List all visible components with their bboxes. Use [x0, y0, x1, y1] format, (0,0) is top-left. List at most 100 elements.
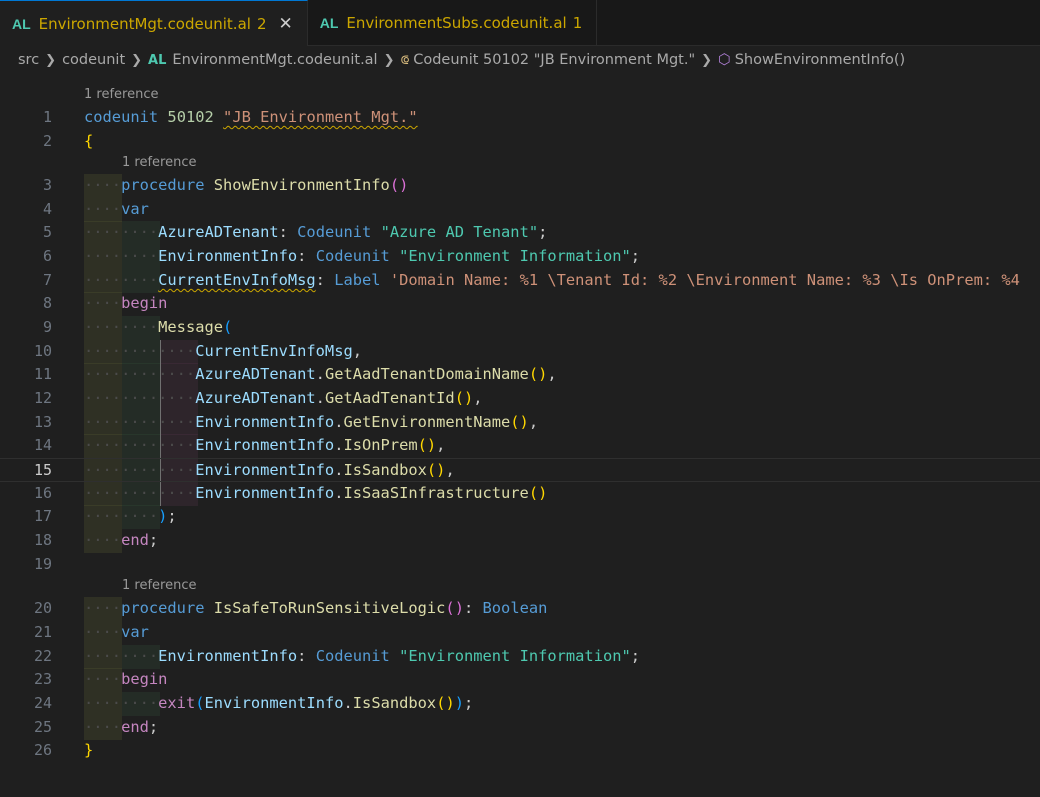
code-line: 10 ············CurrentEnvInfoMsg,	[0, 340, 1040, 364]
line-number: 23	[33, 670, 52, 688]
code-line: 26 }	[0, 739, 1040, 763]
problem-count-badge: 2	[256, 14, 267, 33]
breadcrumb-method[interactable]: ⬡ ShowEnvironmentInfo()	[718, 52, 905, 68]
line-number: 11	[33, 365, 52, 383]
breadcrumb-codeunit-symbol[interactable]: ⟃ Codeunit 50102 "JB Environment Mgt."	[401, 52, 696, 68]
line-number: 7	[42, 271, 52, 289]
breadcrumb-method-label: ShowEnvironmentInfo()	[734, 52, 906, 68]
code-text: ············EnvironmentInfo.IsOnPrem(),	[84, 436, 446, 454]
close-icon[interactable]: ✕	[278, 14, 292, 34]
al-file-icon: AL	[319, 15, 339, 31]
breadcrumb-symbol-label: Codeunit 50102 "JB Environment Mgt."	[413, 52, 696, 68]
tab-environmentmgt[interactable]: AL EnvironmentMgt.codeunit.al 2 ✕	[0, 0, 308, 46]
code-text: ········AzureADTenant: Codeunit "Azure A…	[84, 223, 548, 241]
code-text: ········);	[84, 507, 177, 525]
code-editor[interactable]: 1 reference 1 codeunit 50102 "JB Environ…	[0, 74, 1040, 797]
code-text: ············AzureADTenant.GetAadTenantDo…	[84, 365, 557, 383]
breadcrumb: src ❯ codeunit ❯ AL EnvironmentMgt.codeun…	[0, 46, 1040, 74]
code-text: ····end;	[84, 718, 159, 736]
code-text: ····begin	[84, 294, 168, 312]
line-number: 1	[42, 108, 52, 126]
code-text: ····var	[84, 200, 149, 218]
line-number: 18	[33, 531, 52, 549]
codelens-row: 1 reference	[0, 574, 1040, 598]
symbol-class-icon: ⟃	[400, 52, 410, 68]
code-text: ····procedure ShowEnvironmentInfo()	[84, 176, 409, 194]
codelens-reference[interactable]: 1 reference	[84, 83, 158, 107]
codelens-row: 1 reference	[0, 83, 1040, 107]
tab-label: EnvironmentMgt.codeunit.al	[38, 14, 251, 33]
line-number: 22	[33, 647, 52, 665]
code-text: ········EnvironmentInfo: Codeunit "Envir…	[84, 647, 641, 665]
code-text: ········Message(	[84, 318, 233, 336]
code-text: ············EnvironmentInfo.GetEnvironme…	[84, 413, 539, 431]
code-text: ········exit(EnvironmentInfo.IsSandbox()…	[84, 694, 474, 712]
code-line: 1 codeunit 50102 "JB Environment Mgt."	[0, 106, 1040, 130]
code-line: 22 ········EnvironmentInfo: Codeunit "En…	[0, 645, 1040, 669]
line-number: 13	[33, 413, 52, 431]
chevron-right-icon: ❯	[383, 52, 395, 68]
line-number: 10	[33, 342, 52, 360]
code-line: 18 ····end;	[0, 529, 1040, 553]
code-line: 5 ········AzureADTenant: Codeunit "Azure…	[0, 221, 1040, 245]
chevron-right-icon: ❯	[701, 52, 713, 68]
breadcrumb-src[interactable]: src	[18, 52, 39, 68]
line-number: 14	[33, 436, 52, 454]
code-text: codeunit 50102 "JB Environment Mgt."	[84, 108, 418, 126]
breadcrumb-file-label: EnvironmentMgt.codeunit.al	[172, 52, 378, 68]
line-number: 12	[33, 389, 52, 407]
code-line: 24 ········exit(EnvironmentInfo.IsSandbo…	[0, 692, 1040, 716]
breadcrumb-file[interactable]: AL EnvironmentMgt.codeunit.al	[148, 52, 378, 68]
code-text: ············EnvironmentInfo.IsSandbox(),	[84, 461, 455, 479]
code-line: 13 ············EnvironmentInfo.GetEnviro…	[0, 411, 1040, 435]
code-line: 17 ········);	[0, 505, 1040, 529]
current-code-line: 15 ············EnvironmentInfo.IsSandbox…	[0, 458, 1040, 482]
line-number: 24	[33, 694, 52, 712]
problem-count-badge: 1	[572, 14, 583, 32]
codelens-reference[interactable]: 1 reference	[122, 151, 196, 175]
line-number: 17	[33, 507, 52, 525]
code-text: }	[84, 741, 94, 759]
al-file-icon: AL	[12, 15, 31, 32]
editor-tab-bar: AL EnvironmentMgt.codeunit.al 2 ✕ AL Env…	[0, 0, 1040, 46]
code-line: 12 ············AzureADTenant.GetAadTenan…	[0, 387, 1040, 411]
codelens-reference[interactable]: 1 reference	[122, 574, 196, 598]
code-line: 25 ····end;	[0, 716, 1040, 740]
code-line: 4 ····var	[0, 198, 1040, 222]
line-number: 5	[42, 223, 52, 241]
tab-label: EnvironmentSubs.codeunit.al	[346, 14, 567, 32]
line-number: 9	[42, 318, 52, 336]
code-text: ············CurrentEnvInfoMsg,	[84, 342, 363, 360]
code-line: 7 ········CurrentEnvInfoMsg: Label 'Doma…	[0, 269, 1040, 293]
code-line: 23 ····begin	[0, 668, 1040, 692]
code-line: 20 ····procedure IsSafeToRunSensitiveLog…	[0, 597, 1040, 621]
line-number: 26	[33, 741, 52, 759]
line-number: 21	[33, 623, 52, 641]
symbol-method-icon: ⬡	[718, 52, 731, 68]
code-text: ····var	[84, 623, 149, 641]
line-number: 8	[42, 294, 52, 312]
chevron-right-icon: ❯	[131, 52, 143, 68]
code-text: ············AzureADTenant.GetAadTenantId…	[84, 389, 483, 407]
code-line: 14 ············EnvironmentInfo.IsOnPrem(…	[0, 434, 1040, 458]
code-line: 3 ····procedure ShowEnvironmentInfo()	[0, 174, 1040, 198]
code-text: ········EnvironmentInfo: Codeunit "Envir…	[84, 247, 641, 265]
code-text: ····begin	[84, 670, 168, 688]
line-number: 20	[33, 599, 52, 617]
breadcrumb-codeunit[interactable]: codeunit	[62, 52, 125, 68]
code-line: 16 ············EnvironmentInfo.IsSaaSInf…	[0, 482, 1040, 506]
line-number: 3	[42, 176, 52, 194]
tab-environmentsubs[interactable]: AL EnvironmentSubs.codeunit.al 1	[308, 0, 598, 46]
line-number: 16	[33, 484, 52, 502]
code-line: 21 ····var	[0, 621, 1040, 645]
code-line: 11 ············AzureADTenant.GetAadTenan…	[0, 363, 1040, 387]
line-number: 25	[33, 718, 52, 736]
code-text: ············EnvironmentInfo.IsSaaSInfras…	[84, 484, 548, 502]
codelens-row: 1 reference	[0, 151, 1040, 175]
line-number: 4	[42, 200, 52, 218]
chevron-right-icon: ❯	[45, 52, 57, 68]
code-line: 6 ········EnvironmentInfo: Codeunit "Env…	[0, 245, 1040, 269]
code-text: ········CurrentEnvInfoMsg: Label 'Domain…	[84, 271, 1020, 289]
al-file-icon: AL	[148, 53, 167, 68]
code-line: 8 ····begin	[0, 292, 1040, 316]
